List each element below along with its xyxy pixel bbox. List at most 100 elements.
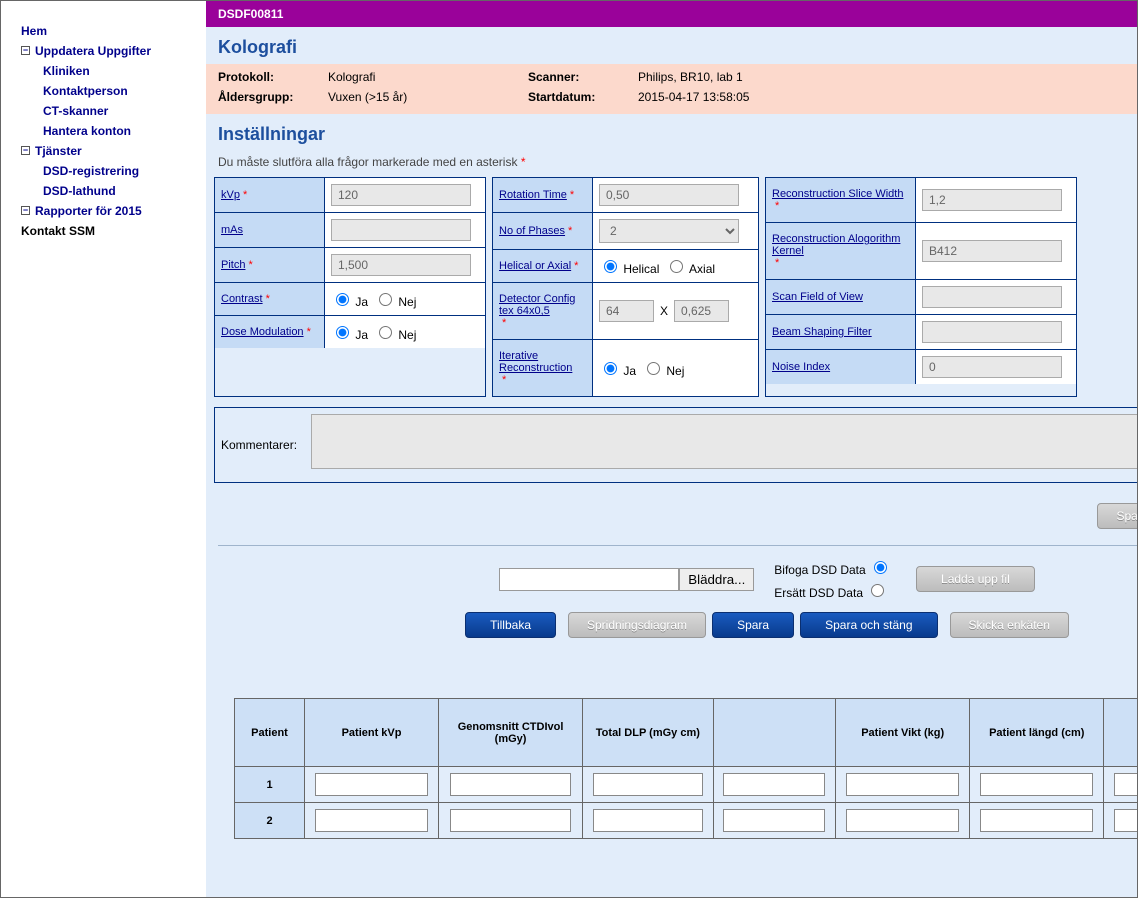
detector-b-input[interactable] bbox=[674, 300, 729, 322]
protocol-info: Protokoll: Kolografi Scanner: Philips, B… bbox=[206, 64, 1138, 114]
nav-kliniken[interactable]: Kliniken bbox=[21, 61, 206, 81]
kvp-input[interactable] bbox=[331, 184, 471, 206]
rotation-time-input[interactable] bbox=[599, 184, 739, 206]
table-row: 2 --Välj-- bbox=[235, 803, 1139, 839]
save-button[interactable]: Spara bbox=[712, 612, 794, 638]
dose-no-radio[interactable] bbox=[379, 326, 392, 339]
startdate-label: Startdatum: bbox=[528, 90, 638, 104]
dose-modulation-label[interactable]: Dose Modulation bbox=[221, 326, 304, 338]
replace-radio[interactable] bbox=[871, 584, 884, 597]
page-title: Kolografi bbox=[206, 27, 1138, 64]
pitch-input[interactable] bbox=[331, 254, 471, 276]
cell-extra[interactable] bbox=[723, 809, 825, 832]
iter-no-radio[interactable] bbox=[647, 362, 660, 375]
send-survey-button[interactable]: Skicka enkäten bbox=[950, 612, 1069, 638]
nav-dsd-registrering[interactable]: DSD-registrering bbox=[21, 161, 206, 181]
upload-area: Bläddra... Bifoga DSD Data Ersätt DSD Da… bbox=[206, 552, 1138, 606]
noise-index-input[interactable] bbox=[922, 356, 1062, 378]
row-number: 2 bbox=[235, 803, 305, 839]
comments-box: Kommentarer: bbox=[214, 407, 1138, 483]
agegroup-label: Åldersgrupp: bbox=[218, 90, 328, 104]
dose-yes-radio[interactable] bbox=[336, 326, 349, 339]
cell-length[interactable] bbox=[980, 773, 1093, 796]
nav-rapporter[interactable]: Rapporter för 2015 bbox=[35, 201, 142, 221]
collapse-icon[interactable]: − bbox=[21, 146, 30, 155]
settings-col-1: kVp* mAs Pitch* Contrast* Ja bbox=[214, 177, 486, 397]
cell-ctdi[interactable] bbox=[450, 773, 571, 796]
kvp-label[interactable]: kVp bbox=[221, 189, 240, 201]
nav-dsd-lathund[interactable]: DSD-lathund bbox=[21, 181, 206, 201]
scan-fov-input[interactable] bbox=[922, 286, 1062, 308]
nav-kontaktperson[interactable]: Kontaktperson bbox=[21, 81, 206, 101]
cell-dlp[interactable] bbox=[593, 773, 702, 796]
recon-kernel-label[interactable]: Reconstruction Alogorithm Kernel bbox=[772, 233, 909, 257]
cell-extra[interactable] bbox=[723, 773, 825, 796]
rotation-time-label[interactable]: Rotation Time bbox=[499, 189, 567, 201]
no-of-phases-select[interactable]: 2 bbox=[599, 219, 739, 243]
collapse-icon[interactable]: − bbox=[21, 46, 30, 55]
scanner-label: Scanner: bbox=[528, 70, 638, 84]
helical-radio[interactable] bbox=[604, 260, 617, 273]
upload-file-button[interactable]: Ladda upp fil bbox=[916, 566, 1035, 592]
save-settings-button[interactable]: Spara inställningar bbox=[1097, 503, 1138, 529]
topbar: DSDF00811 Logga ut bbox=[206, 1, 1138, 27]
pitch-label[interactable]: Pitch bbox=[221, 259, 245, 271]
nav-kontakt-ssm[interactable]: Kontakt SSM bbox=[21, 221, 206, 241]
button-row: Tillbaka Spridningsdiagram Spara Spara o… bbox=[206, 606, 1138, 658]
recon-slice-width-input[interactable] bbox=[922, 189, 1062, 211]
cell-kvp[interactable] bbox=[315, 773, 428, 796]
sidebar: Hem −Uppdatera Uppgifter Kliniken Kontak… bbox=[1, 1, 206, 897]
iterative-recon-label[interactable]: Iterative Reconstruction bbox=[499, 350, 586, 374]
beam-shaping-input[interactable] bbox=[922, 321, 1062, 343]
cell-dlp[interactable] bbox=[593, 809, 702, 832]
nav-tjanster[interactable]: Tjänster bbox=[35, 141, 82, 161]
cell-age[interactable] bbox=[1114, 809, 1138, 832]
recon-kernel-input[interactable] bbox=[922, 240, 1062, 262]
cell-length[interactable] bbox=[980, 809, 1093, 832]
scan-fov-label[interactable]: Scan Field of View bbox=[772, 291, 863, 303]
recon-slice-width-label[interactable]: Reconstruction Slice Width bbox=[772, 188, 903, 200]
iter-yes-radio[interactable] bbox=[604, 362, 617, 375]
startdate-value: 2015-04-17 13:58:05 bbox=[638, 90, 898, 104]
save-close-button[interactable]: Spara och stäng bbox=[800, 612, 937, 638]
nav-update[interactable]: Uppdatera Uppgifter bbox=[35, 41, 151, 61]
nav-home[interactable]: Hem bbox=[21, 21, 206, 41]
beam-shaping-label[interactable]: Beam Shaping Filter bbox=[772, 326, 872, 338]
agegroup-value: Vuxen (>15 år) bbox=[328, 90, 528, 104]
row-number: 1 bbox=[235, 767, 305, 803]
cell-weight[interactable] bbox=[846, 809, 959, 832]
contrast-label[interactable]: Contrast bbox=[221, 293, 263, 305]
contrast-yes-radio[interactable] bbox=[336, 293, 349, 306]
separator bbox=[218, 545, 1138, 546]
cell-ctdi[interactable] bbox=[450, 809, 571, 832]
detector-a-input[interactable] bbox=[599, 300, 654, 322]
scatter-button[interactable]: Spridningsdiagram bbox=[568, 612, 706, 638]
file-path-input[interactable] bbox=[499, 568, 679, 591]
cell-kvp[interactable] bbox=[315, 809, 428, 832]
attach-radio[interactable] bbox=[874, 561, 887, 574]
th-weight: Patient Vikt (kg) bbox=[836, 699, 970, 767]
mas-label[interactable]: mAs bbox=[221, 224, 243, 236]
settings-col-2: Rotation Time* No of Phases* 2 Helical o… bbox=[492, 177, 759, 397]
th-patient: Patient bbox=[235, 699, 305, 767]
cell-weight[interactable] bbox=[846, 773, 959, 796]
back-button[interactable]: Tillbaka bbox=[465, 612, 556, 638]
comments-textarea[interactable] bbox=[311, 414, 1138, 469]
th-ctdi: Genomsnitt CTDIvol (mGy) bbox=[439, 699, 583, 767]
browse-button[interactable]: Bläddra... bbox=[679, 568, 754, 591]
mas-input[interactable] bbox=[331, 219, 471, 241]
nav-hantera-konton[interactable]: Hantera konton bbox=[21, 121, 206, 141]
cell-age[interactable] bbox=[1114, 773, 1138, 796]
no-of-phases-label[interactable]: No of Phases bbox=[499, 225, 565, 237]
collapse-icon[interactable]: − bbox=[21, 206, 30, 215]
contrast-no-radio[interactable] bbox=[379, 293, 392, 306]
detector-config-label[interactable]: Detector Config tex 64x0,5 bbox=[499, 293, 586, 317]
protocol-value: Kolografi bbox=[328, 70, 528, 84]
noise-index-label[interactable]: Noise Index bbox=[772, 361, 830, 373]
axial-radio[interactable] bbox=[670, 260, 683, 273]
user-code: DSDF00811 bbox=[218, 7, 283, 21]
patient-table: Patient Patient kVp Genomsnitt CTDIvol (… bbox=[234, 698, 1138, 839]
nav-ct-skanner[interactable]: CT-skanner bbox=[21, 101, 206, 121]
settings-title: Inställningar bbox=[206, 114, 1138, 151]
helical-axial-label[interactable]: Helical or Axial bbox=[499, 260, 571, 272]
